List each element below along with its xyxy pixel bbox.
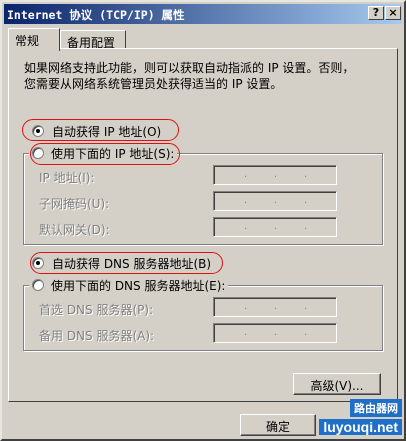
ip-address-field[interactable]: ... — [213, 165, 337, 185]
ip-address-label: IP 地址(I): — [39, 171, 95, 185]
alternate-dns-label: 备用 DNS 服务器(A): — [39, 329, 155, 343]
watermark-url: luyouqi.net — [319, 419, 402, 435]
window-title: Internet 协议 (TCP/IP) 属性 — [7, 8, 185, 22]
general-tab-panel: 如果网络支持此功能，则可以获取自动指派的 IP 设置。否则， 您需要从网络系统管… — [8, 48, 398, 402]
close-button[interactable]: × — [385, 6, 401, 20]
alternate-dns-field[interactable]: ... — [213, 323, 337, 343]
title-bar[interactable]: Internet 协议 (TCP/IP) 属性 — [4, 4, 402, 24]
highlight-oval-auto-dns — [30, 252, 223, 274]
description-line-1: 如果网络支持此功能，则可以获取自动指派的 IP 设置。否则， — [24, 61, 355, 75]
subnet-mask-field[interactable]: ... — [213, 191, 337, 211]
default-gateway-field[interactable]: ... — [213, 217, 337, 237]
description-line-2: 您需要从网络系统管理员处获得适当的 IP 设置。 — [24, 77, 283, 91]
default-gateway-label: 默认网关(D): — [39, 223, 110, 237]
ok-button[interactable]: 确定 — [240, 414, 316, 436]
tcpip-properties-dialog: Internet 协议 (TCP/IP) 属性 ? × 常规 备用配置 如果网络… — [0, 0, 406, 441]
manual-dns-label[interactable]: 使用下面的 DNS 服务器地址(E): — [51, 279, 225, 293]
tab-general[interactable]: 常规 — [8, 28, 60, 51]
manual-dns-option[interactable]: 使用下面的 DNS 服务器地址(E): — [29, 277, 229, 293]
manual-dns-radio[interactable] — [32, 279, 44, 291]
help-button[interactable]: ? — [368, 6, 384, 20]
preferred-dns-field[interactable]: ... — [213, 297, 337, 317]
tab-alternate-config[interactable]: 备用配置 — [60, 30, 126, 50]
preferred-dns-label: 首选 DNS 服务器(P): — [39, 303, 154, 317]
subnet-mask-label: 子网掩码(U): — [39, 197, 110, 211]
highlight-oval-auto-ip — [22, 119, 179, 141]
tab-general-label: 常规 — [15, 34, 40, 48]
advanced-button[interactable]: 高级(V)... — [293, 373, 381, 395]
highlight-oval-manual-ip — [30, 143, 180, 165]
watermark-name: 路由器网 — [350, 399, 402, 417]
